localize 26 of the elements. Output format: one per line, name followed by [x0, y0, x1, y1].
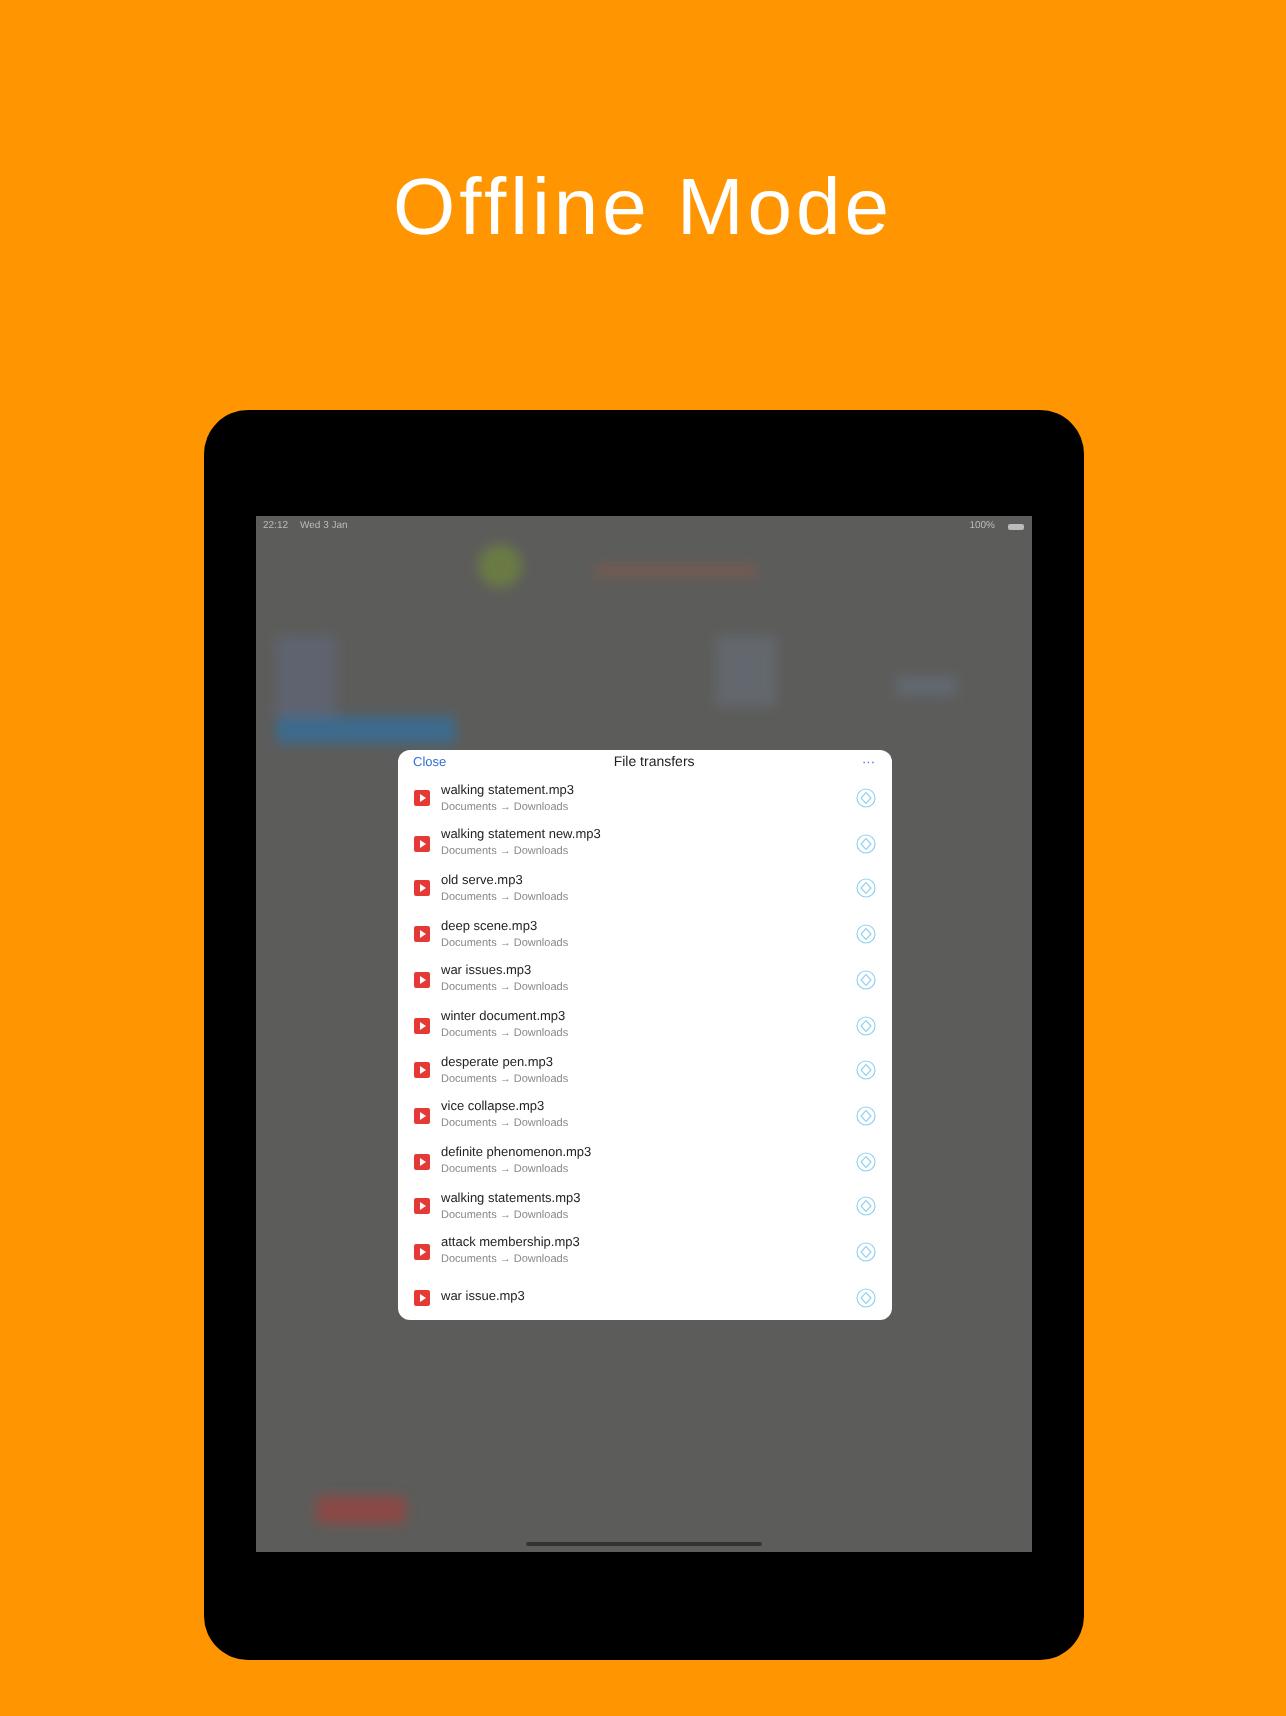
play-icon — [413, 790, 429, 807]
diamond-circle-icon[interactable] — [855, 878, 875, 899]
diamond-circle-icon[interactable] — [855, 1196, 875, 1217]
diamond-circle-icon[interactable] — [855, 788, 875, 809]
play-icon — [413, 1198, 429, 1215]
play-icon — [413, 880, 429, 897]
diamond-circle-icon[interactable] — [855, 924, 875, 945]
play-icon — [413, 1062, 429, 1079]
diamond-circle-icon[interactable] — [855, 1015, 875, 1036]
diamond-circle-icon[interactable] — [855, 1060, 875, 1081]
diamond-circle-icon[interactable] — [855, 1241, 875, 1262]
play-icon — [413, 1017, 429, 1034]
headline: Offline Mode — [392, 162, 894, 256]
battery-icon — [1007, 523, 1023, 529]
play-icon — [413, 1107, 429, 1124]
play-icon — [413, 835, 429, 852]
play-icon — [413, 1243, 429, 1260]
play-icon — [413, 926, 429, 943]
play-icon — [413, 1153, 429, 1170]
play-icon — [413, 971, 429, 988]
play-icon — [413, 1289, 429, 1306]
diamond-circle-icon[interactable] — [855, 1151, 875, 1172]
diamond-circle-icon[interactable] — [855, 1105, 875, 1126]
diamond-circle-icon[interactable] — [855, 833, 875, 854]
diamond-circle-icon[interactable] — [855, 969, 875, 990]
diamond-circle-icon[interactable] — [855, 1287, 875, 1308]
